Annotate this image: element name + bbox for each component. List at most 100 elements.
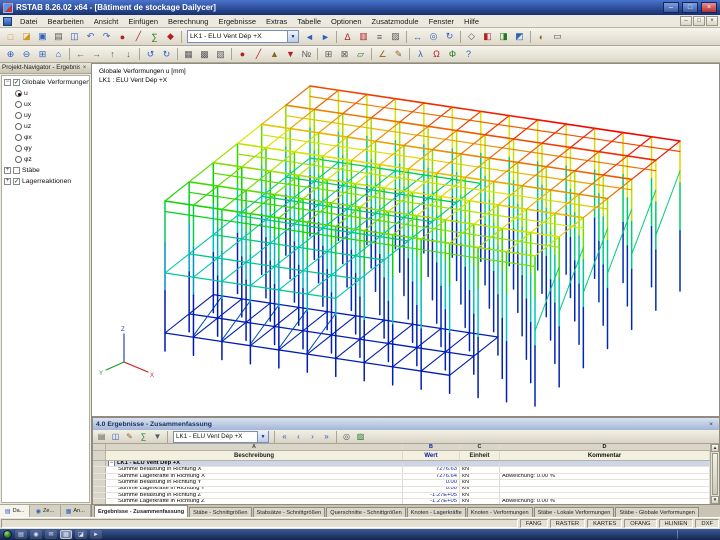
expand-icon[interactable]: + — [4, 167, 11, 174]
maximize-button[interactable]: □ — [682, 2, 698, 13]
checkbox-icon[interactable]: ✓ — [13, 79, 20, 86]
last-loadcase-button[interactable]: » — [320, 431, 333, 443]
new-project-button[interactable]: □ — [3, 30, 18, 44]
menu-berechnung[interactable]: Berechnung — [163, 16, 213, 27]
dynamics-button[interactable]: Ω — [429, 47, 444, 61]
radio-icon[interactable] — [15, 134, 22, 141]
rotate-left-button[interactable]: ↺ — [143, 47, 158, 61]
tree-item-lagerreaktionen[interactable]: + ✓ Lagerreaktionen — [2, 176, 89, 187]
column-letter-b[interactable]: B — [403, 444, 460, 450]
pan-down-button[interactable]: ↓ — [121, 47, 136, 61]
open-project-button[interactable]: ◪ — [19, 30, 34, 44]
first-loadcase-button[interactable]: « — [278, 431, 291, 443]
tree-item-x[interactable]: φx — [2, 132, 89, 143]
checkbox-icon[interactable] — [13, 167, 20, 174]
comments-button[interactable]: ✎ — [391, 47, 406, 61]
stability-button[interactable]: Φ — [445, 47, 460, 61]
expand-icon[interactable]: + — [4, 178, 11, 185]
prev-loadcase-table-button[interactable]: ‹ — [292, 431, 305, 443]
show-deformation-button[interactable]: Δ — [340, 30, 355, 44]
calculation-button[interactable]: ∑ — [147, 30, 162, 44]
new-node-button[interactable]: ● — [115, 30, 130, 44]
column-header-beschreibung[interactable]: Beschreibung — [106, 451, 403, 460]
results-toggle-button[interactable]: ◆ — [163, 30, 178, 44]
radio-icon[interactable] — [15, 156, 22, 163]
result-diagrams-button[interactable]: ▥ — [356, 30, 371, 44]
taskbar-item-rstab[interactable]: ▦ — [60, 530, 72, 539]
zoom-window-button[interactable]: ⊞ — [35, 47, 50, 61]
tree-item-y[interactable]: φy — [2, 143, 89, 154]
collapse-icon[interactable]: − — [4, 79, 11, 86]
move-view-button[interactable]: ↔ — [410, 30, 425, 44]
tree-item-uy[interactable]: uy — [2, 110, 89, 121]
status-toggle-fang[interactable]: FANG — [519, 519, 548, 528]
tab-knoten-verformungen[interactable]: Knoten - Verformungen — [466, 507, 533, 517]
show-members-button[interactable]: ╱ — [251, 47, 266, 61]
show-loads-button[interactable]: ▼ — [283, 47, 298, 61]
transparent-mode-button[interactable]: ▧ — [213, 47, 228, 61]
pan-up-button[interactable]: ↑ — [105, 47, 120, 61]
status-toggle-dxf[interactable]: DXF — [695, 519, 719, 528]
menu-hilfe[interactable]: Hilfe — [459, 16, 484, 27]
tab-st-be-lokale-verformungen[interactable]: Stäbe - Lokale Verformungen — [533, 507, 615, 517]
menu-einf-gen[interactable]: Einfügen — [123, 16, 163, 27]
tree-item-st-be[interactable]: + Stäbe — [2, 165, 89, 176]
scroll-thumb[interactable] — [712, 453, 718, 495]
clipping-plane-button[interactable]: ▭ — [550, 30, 565, 44]
taskbar-item-folder[interactable]: ◪ — [75, 530, 87, 539]
chevron-down-icon[interactable]: ▼ — [287, 31, 298, 42]
close-button[interactable]: × — [701, 2, 717, 13]
taskbar-item-browser[interactable]: ◉ — [30, 530, 42, 539]
redo-button[interactable]: ↷ — [99, 30, 114, 44]
menu-zusatzmodule[interactable]: Zusatzmodule — [367, 16, 424, 27]
menu-datei[interactable]: Datei — [15, 16, 43, 27]
solid-mode-button[interactable]: ▩ — [197, 47, 212, 61]
scroll-up-icon[interactable]: ▲ — [711, 444, 719, 452]
view-y-button[interactable]: ◨ — [496, 30, 511, 44]
table-copy-button[interactable]: ◫ — [109, 431, 122, 443]
results-close-icon[interactable]: × — [706, 421, 716, 428]
table-scrollbar[interactable]: ▲ ▼ — [710, 444, 719, 504]
minimize-button[interactable]: – — [663, 2, 679, 13]
menu-fenster[interactable]: Fenster — [424, 16, 459, 27]
grid-toggle-button[interactable]: ⊞ — [321, 47, 336, 61]
status-toggle-hlinien[interactable]: HLINIEN — [658, 519, 694, 528]
navigator-tab-da[interactable]: ▤ Da... — [0, 505, 31, 517]
print-button[interactable]: ▤ — [51, 30, 66, 44]
chevron-down-icon[interactable]: ▼ — [257, 431, 268, 442]
tree-item-z[interactable]: φz — [2, 154, 89, 165]
dimensions-button[interactable]: ∠ — [375, 47, 390, 61]
isometric-view-button[interactable]: ◇ — [464, 30, 479, 44]
menu-optionen[interactable]: Optionen — [326, 16, 366, 27]
zoom-in-button[interactable]: ⊕ — [3, 47, 18, 61]
menu-extras[interactable]: Extras — [261, 16, 292, 27]
column-header-einheit[interactable]: Einheit — [460, 451, 500, 460]
model-viewport[interactable]: Globale Verformungen u [mm] LK1 : ELU Ve… — [92, 63, 720, 417]
table-row[interactable]: Summe Lagerkräfte in Richtung Z -1.27E+05… — [93, 499, 710, 504]
collapse-icon[interactable]: − — [108, 461, 115, 467]
pan-right-button[interactable]: → — [89, 47, 104, 61]
radio-icon[interactable] — [15, 90, 22, 97]
tab-knoten-lagerkr-fte[interactable]: Knoten - Lagerkräfte — [406, 507, 466, 517]
radio-icon[interactable] — [15, 123, 22, 130]
table-filter-button[interactable]: ▼ — [151, 431, 164, 443]
table-sum-button[interactable]: ∑ — [137, 431, 150, 443]
tree-item-ux[interactable]: ux — [2, 99, 89, 110]
fit-view-button[interactable]: ⌂ — [51, 47, 66, 61]
menu-ansicht[interactable]: Ansicht — [89, 16, 124, 27]
mdi-minimize-button[interactable]: – — [680, 16, 692, 26]
taskbar-item-explorer[interactable]: ▤ — [15, 530, 27, 539]
menu-bearbeiten[interactable]: Bearbeiten — [43, 16, 89, 27]
tab-ergebnisse-zusammenfassung[interactable]: Ergebnisse - Zusammenfassung — [94, 505, 189, 517]
next-loadcase-button[interactable]: ► — [318, 30, 333, 44]
result-values-button[interactable]: ≡ — [372, 30, 387, 44]
corner-cell[interactable] — [93, 444, 106, 450]
work-plane-button[interactable]: ▱ — [353, 47, 368, 61]
navigator-close-icon[interactable]: × — [80, 63, 89, 73]
column-letter-a[interactable]: A — [106, 444, 403, 450]
snap-toggle-button[interactable]: ⊠ — [337, 47, 352, 61]
start-button[interactable] — [3, 530, 12, 539]
zoom-view-button[interactable]: ◎ — [426, 30, 441, 44]
column-header-kommentar[interactable]: Kommentar — [500, 451, 710, 460]
loadcase-combo[interactable]: LK1 - ELU Vent Dép +X ▼ — [187, 30, 299, 43]
